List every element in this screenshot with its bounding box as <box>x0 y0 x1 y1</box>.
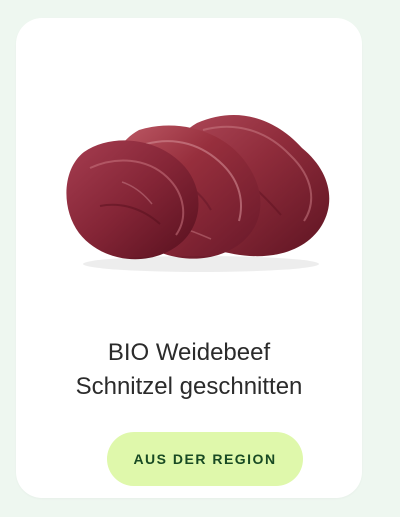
regional-badge-label: AUS DER REGION <box>133 451 277 467</box>
product-card[interactable]: BIO Weidebeef Schnitzel geschnitten AUS … <box>16 18 362 498</box>
product-title[interactable]: BIO Weidebeef Schnitzel geschnitten <box>16 336 362 404</box>
product-title-line-1: BIO Weidebeef <box>107 339 271 366</box>
product-title-line-2: Schnitzel geschnitten <box>75 373 303 400</box>
raw-beef-steaks-image <box>66 115 330 272</box>
regional-badge: AUS DER REGION <box>107 432 303 486</box>
